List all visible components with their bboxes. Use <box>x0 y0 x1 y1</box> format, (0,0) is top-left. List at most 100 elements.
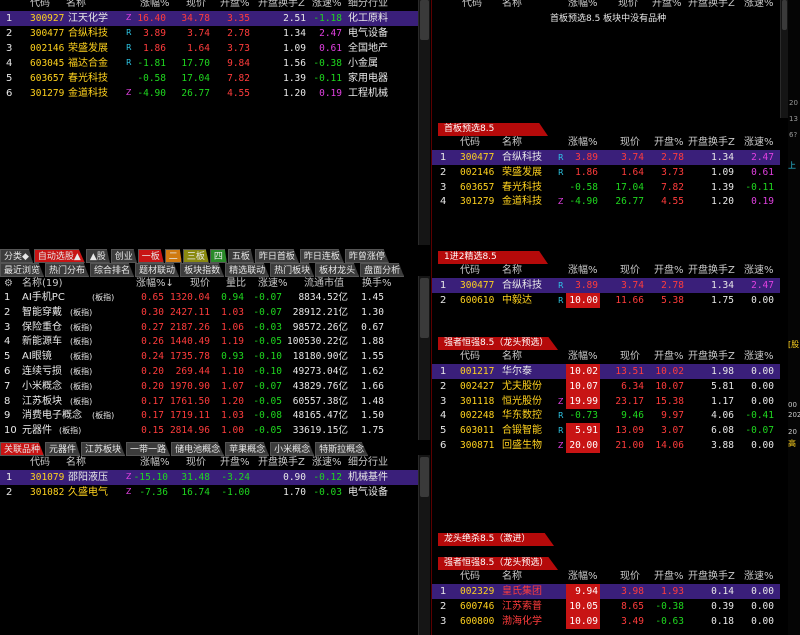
header-code[interactable]: 代码 <box>460 135 480 150</box>
tab-2[interactable]: 元器件 <box>45 442 81 456</box>
header-speed[interactable]: 涨速% <box>312 455 342 470</box>
header-speed[interactable]: 涨速% <box>744 0 774 11</box>
table-row[interactable]: 4 002248 华东数控 R -0.73 9.46 9.97 4.06 -0.41 <box>432 408 780 423</box>
sector-header-change[interactable]: 涨幅%↓ <box>136 276 174 291</box>
stock-name[interactable]: 尤夫股份 <box>502 379 542 394</box>
table-row[interactable]: 5 603011 合锻智能 R 5.91 13.09 3.07 6.08 -0.07 <box>432 423 780 439</box>
tab-4[interactable]: 创业 <box>110 249 137 263</box>
list-item[interactable]: 7 小米概念 (板指) 0.20 1970.90 1.07 -0.07 43829.76亿 1.… <box>0 379 418 394</box>
header-price[interactable]: 现价 <box>186 0 206 11</box>
tab-8[interactable]: 特斯拉概念 <box>315 442 369 456</box>
header-price[interactable]: 现价 <box>620 349 640 364</box>
tab-4[interactable]: 一带一路 <box>126 442 171 456</box>
header-open[interactable]: 开盘% <box>654 263 684 278</box>
list-item[interactable]: 1 AI手机PC (板指) 0.65 1320.04 0.94 -0.07 8834.52亿 1… <box>0 290 418 305</box>
tab-6[interactable]: 精选联动 <box>225 263 270 277</box>
header-name[interactable]: 名称 <box>502 0 522 11</box>
stock-name[interactable]: 恒光股份 <box>502 394 542 409</box>
tab-2[interactable]: 自动选股▲ <box>33 249 85 263</box>
table-row[interactable]: 1 300477 合纵科技 R 3.89 3.74 2.78 1.34 2.47 <box>432 278 780 293</box>
stock-name[interactable]: 华东数控 <box>502 408 542 423</box>
header-code[interactable]: 代码 <box>462 0 482 11</box>
header-turnover[interactable]: 开盘换手Z <box>688 135 735 150</box>
table-row[interactable]: 1 002329 皇氏集团 9.94 3.98 1.93 0.14 0.00 <box>432 584 780 599</box>
header-turnover[interactable]: 开盘换手Z <box>688 263 735 278</box>
header-turnover[interactable]: 开盘换手Z <box>688 569 735 584</box>
header-name[interactable]: 名称 <box>502 349 522 364</box>
tab-6[interactable]: 二 <box>164 249 182 263</box>
list-item[interactable]: 9 消费电子概念 (板指) 0.17 1719.11 1.03 -0.08 48165.47亿… <box>0 408 418 423</box>
header-open[interactable]: 开盘% <box>220 455 250 470</box>
table-row[interactable]: 6 300871 回盛生物 Z 20.00 21.00 14.06 3.88 0.00 <box>432 438 780 453</box>
table-row[interactable]: 2 300477 合纵科技 R 3.89 3.74 2.78 1.34 2.47 电气设备 <box>0 26 418 41</box>
tab-3[interactable]: 综合排名 <box>90 263 135 277</box>
sector-header-name[interactable]: 名称(19) <box>22 276 63 291</box>
longtou-title[interactable]: 龙头绝杀8.5（激进） <box>438 533 554 546</box>
header-change[interactable]: 涨幅% <box>568 135 598 150</box>
stock-name[interactable]: 春光科技 <box>502 180 542 195</box>
header-turnover[interactable]: 开盘换手Z <box>258 0 305 11</box>
stock-name[interactable]: 江天化学 <box>68 11 108 26</box>
header-change[interactable]: 涨幅% <box>568 263 598 278</box>
table-row[interactable]: 2 301082 久盛电气 Z -7.36 16.74 -1.00 1.70 -0.03 电气设备 <box>0 485 418 500</box>
tab-1[interactable]: 最近浏览 <box>0 263 45 277</box>
header-open[interactable]: 开盘% <box>220 0 250 11</box>
header-code[interactable]: 代码 <box>460 569 480 584</box>
sector-header-cap[interactable]: 流通市值 <box>304 276 344 291</box>
sector-name[interactable]: 元器件 <box>22 423 52 438</box>
header-speed[interactable]: 涨速% <box>744 135 774 150</box>
header-name[interactable]: 名称 <box>66 0 86 11</box>
scroll-thumb[interactable] <box>420 0 429 40</box>
tab-5[interactable]: 一板 <box>137 249 164 263</box>
table-row[interactable]: 3 002146 荣盛发展 R 1.86 1.64 3.73 1.09 0.61 全国地产 <box>0 41 418 56</box>
tab-7[interactable]: 三板 <box>182 249 209 263</box>
sector-header-ratio[interactable]: 量比 <box>226 276 246 291</box>
sector-name[interactable]: AI眼镜 <box>22 349 52 364</box>
table-row[interactable]: 3 301118 恒光股份 Z 19.99 23.17 15.38 1.17 0.00 <box>432 393 780 409</box>
sector-scrollbar[interactable] <box>418 276 430 440</box>
tab-8[interactable]: 四 <box>209 249 227 263</box>
header-code[interactable]: 代码 <box>30 455 50 470</box>
list-item[interactable]: 6 连续亏损 (板指) 0.20 269.44 1.10 -0.10 49273.04亿 1.6… <box>0 364 418 379</box>
table-row[interactable]: 6 301279 金道科技 Z -4.90 26.77 4.55 1.20 0.19 工程机械 <box>0 86 418 100</box>
header-price[interactable]: 现价 <box>618 0 638 11</box>
sector-name[interactable]: 消费电子概念 <box>22 408 82 423</box>
tab-3[interactable]: 江苏板块 <box>81 442 126 456</box>
table-row[interactable]: 2 002427 尤夫股份 10.07 6.34 10.07 5.81 0.00 <box>432 378 780 394</box>
table-row[interactable]: 4 301279 金道科技 Z -4.90 26.77 4.55 1.20 0.19 <box>432 194 780 209</box>
sector-name[interactable]: 江苏板块 <box>22 394 62 409</box>
list-item[interactable]: 8 江苏板块 (板指) 0.17 1761.50 1.20 -0.05 60557.38亿 1.… <box>0 394 418 409</box>
stock-name[interactable]: 福达合金 <box>68 56 108 71</box>
header-code[interactable]: 代码 <box>460 349 480 364</box>
sector-name[interactable]: 小米概念 <box>22 379 62 394</box>
header-speed[interactable]: 涨速% <box>312 0 342 11</box>
table-row[interactable]: 1 301079 邵阳液压 Z -15.10 31.48 -3.24 0.90 -0.12 机械基… <box>0 470 418 485</box>
table-row[interactable]: 1 300477 合纵科技 R 3.89 3.74 2.78 1.34 2.47 <box>432 150 780 165</box>
header-name[interactable]: 名称 <box>502 135 522 150</box>
header-price[interactable]: 现价 <box>620 569 640 584</box>
table-row[interactable]: 3 603657 春光科技 -0.58 17.04 7.82 1.39 -0.11 <box>432 180 780 195</box>
tab-7[interactable]: 小米概念 <box>270 442 315 456</box>
table-row[interactable]: 1 300927 江天化学 Z 16.40 34.78 3.35 2.51 -1.18 化工原料 <box>0 11 418 26</box>
table-row[interactable]: 2 600746 江苏索普 10.05 8.65 -0.38 0.39 0.00 <box>432 598 780 614</box>
stock-name[interactable]: 金道科技 <box>502 194 542 209</box>
stock-name[interactable]: 皇氏集团 <box>502 584 542 599</box>
header-change[interactable]: 涨幅% <box>568 569 598 584</box>
tab-10[interactable]: 昨日首板 <box>254 249 299 263</box>
header-price[interactable]: 现价 <box>620 135 640 150</box>
sector-name[interactable]: 保险重仓 <box>22 320 62 335</box>
tab-4[interactable]: 题材联动 <box>135 263 180 277</box>
tab-7[interactable]: 热门板块 <box>270 263 315 277</box>
list-item[interactable]: 4 新能源车 (板指) 0.26 1440.49 1.19 -0.05 100530.22亿 1… <box>0 334 418 349</box>
tab-6[interactable]: 苹果概念 <box>225 442 270 456</box>
header-price[interactable]: 现价 <box>186 455 206 470</box>
header-industry[interactable]: 细分行业 <box>348 0 388 11</box>
table-row[interactable]: 5 603657 春光科技 -0.58 17.04 7.82 1.39 -0.11 家用电器 <box>0 71 418 86</box>
header-name[interactable]: 名称 <box>502 263 522 278</box>
table-row[interactable]: 2 002146 荣盛发展 R 1.86 1.64 3.73 1.09 0.61 <box>432 165 780 180</box>
stock-name[interactable]: 邵阳液压 <box>68 470 108 485</box>
stock-name[interactable]: 渤海化学 <box>502 614 542 629</box>
header-price[interactable]: 现价 <box>620 263 640 278</box>
header-industry[interactable]: 细分行业 <box>348 455 388 470</box>
stock-name[interactable]: 中毅达 <box>502 293 532 308</box>
